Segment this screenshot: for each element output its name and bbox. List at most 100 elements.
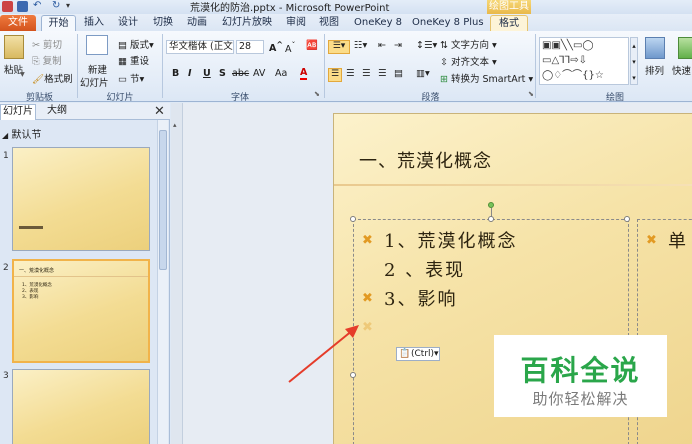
cut-button[interactable]: ✂ 剪切 (32, 37, 62, 51)
redo-icon[interactable]: ↻ (52, 1, 63, 12)
tab-insert[interactable]: 插入 (84, 15, 104, 31)
increase-indent-icon[interactable]: ⇥ (394, 40, 402, 51)
distribute-icon[interactable]: ▤ (394, 68, 403, 79)
undo-icon[interactable]: ↶ (33, 1, 44, 12)
shrink-font-icon[interactable]: Aˇ (285, 41, 295, 55)
editor-scrollbar[interactable]: ▴ (171, 103, 183, 444)
italic-button[interactable]: I (188, 68, 192, 79)
clipboard-group-label: 剪贴板 (25, 93, 53, 103)
tab-slides[interactable]: 幻灯片 (0, 104, 36, 120)
save-icon[interactable] (17, 1, 28, 12)
paste-icon[interactable] (4, 35, 24, 59)
numbering-button[interactable]: ☷▾ (354, 40, 367, 51)
tab-review[interactable]: 审阅 (285, 15, 307, 31)
line-spacing-icon[interactable]: ↕☰▾ (416, 40, 437, 51)
align-left-icon[interactable]: ☰ (328, 68, 342, 82)
quick-styles-label[interactable]: 快速 (672, 63, 691, 77)
bullet-text[interactable]: 单 (668, 227, 688, 253)
text-direction-button[interactable]: ⇅ 文字方向 ▾ (440, 37, 497, 51)
customize-qat-icon[interactable]: ▾ (66, 1, 77, 12)
bullet-text[interactable]: 3、影响 (384, 285, 457, 311)
resize-handle[interactable] (350, 216, 356, 222)
font-dialog-launcher-icon[interactable]: ⬊ (314, 90, 320, 98)
align-center-icon[interactable]: ☰ (346, 68, 355, 79)
tab-outline[interactable]: 大纲 (42, 104, 72, 120)
convert-smartart-button[interactable]: ⊞ 转换为 SmartArt ▾ (440, 71, 533, 85)
tab-home[interactable]: 开始 (41, 15, 76, 31)
shapes-gallery-scroll[interactable]: ▴ ▾ ▾ (630, 37, 638, 85)
bullet-text[interactable]: 1、荒漠化概念 (384, 227, 517, 253)
quick-styles-icon[interactable] (678, 37, 692, 59)
tab-view[interactable]: 视图 (318, 15, 340, 31)
tab-design[interactable]: 设计 (118, 15, 138, 31)
scrollbar-thumb[interactable] (159, 130, 167, 270)
reset-label: 重设 (130, 56, 150, 67)
tab-slideshow[interactable]: 幻灯片放映 (222, 15, 272, 31)
bullet-text[interactable]: 2 、表现 (384, 256, 465, 282)
font-name-select[interactable]: 华文楷体 (正文 (166, 40, 234, 54)
decrease-indent-icon[interactable]: ⇤ (378, 40, 386, 51)
reset-button[interactable]: ▦ 重设 (118, 53, 149, 67)
grow-font-icon[interactable]: A^ (269, 40, 283, 54)
resize-handle[interactable] (624, 216, 630, 222)
brush-icon: 🖌 (32, 74, 45, 85)
annotation-arrow (288, 325, 359, 383)
resize-handle[interactable] (488, 216, 494, 222)
slide-thumbnail-1[interactable] (12, 147, 150, 251)
slides-pane-scrollbar[interactable] (157, 120, 168, 444)
shadow-button[interactable]: S (219, 68, 226, 79)
strikethrough-button[interactable]: abc (232, 68, 249, 79)
close-pane-icon[interactable]: ✕ (154, 104, 165, 119)
arrange-button-label[interactable]: 排列 (645, 63, 664, 77)
section-header[interactable]: ◢ 默认节 (2, 126, 41, 141)
tab-file[interactable]: 文件 (0, 15, 36, 31)
font-group-label: 字体 (230, 93, 249, 103)
arrange-icon[interactable] (645, 37, 665, 59)
character-spacing-button[interactable]: AV (253, 68, 265, 79)
app-icon[interactable] (2, 1, 13, 12)
align-text-button[interactable]: ⇳ 对齐文本 ▾ (440, 54, 497, 68)
font-color-button[interactable]: A (300, 67, 308, 80)
copy-button[interactable]: ⎘ 复制 (32, 53, 62, 67)
paragraph-dialog-launcher-icon[interactable]: ⬊ (528, 90, 534, 98)
section-button[interactable]: ▭ 节▾ (118, 71, 144, 85)
copy-label: 复制 (42, 56, 62, 67)
tab-transitions[interactable]: 切换 (152, 15, 174, 31)
slide-title[interactable]: 一、荒漠化概念 (359, 147, 492, 173)
thumb-bullets: 1、荒漠化概念 2、表现 3、影响 (22, 283, 52, 301)
change-case-button[interactable]: Aa (275, 68, 287, 79)
pane-tabs: 幻灯片 大纲 ✕ (0, 103, 170, 120)
collapse-section-icon[interactable]: ◢ (2, 131, 8, 140)
tab-animations[interactable]: 动画 (186, 15, 208, 31)
bold-button[interactable]: B (172, 68, 179, 79)
clear-format-icon[interactable]: 🆎 (306, 40, 318, 51)
bullets-button[interactable]: ☰▾ (328, 40, 350, 54)
underline-button[interactable]: U (203, 68, 211, 79)
new-slide-label[interactable]: 新建 (88, 62, 107, 76)
divider (162, 34, 163, 98)
ribbon: 粘贴 ▾ ✂ 剪切 ⎘ 复制 🖌格式刷 剪贴板 新建 幻灯片 ▤ 版式▾ ▦ 重… (0, 31, 692, 103)
slide-thumbnail-2[interactable]: 一、荒漠化概念 1、荒漠化概念 2、表现 3、影响 (12, 259, 150, 363)
justify-icon[interactable]: ☰ (378, 68, 387, 79)
slides-group-label: 幻灯片 (106, 93, 134, 103)
shapes-gallery[interactable]: ▣▣╲╲▭◯ ▭△⅂⅂⇨⇩ ◯♢⌒⌒{}☆ (539, 37, 629, 85)
slide-thumbnail-3[interactable] (12, 369, 150, 444)
new-slide-icon[interactable] (86, 35, 108, 55)
paste-options-button[interactable]: 📋 (Ctrl)▾ (396, 347, 440, 361)
slide-number: 1 (3, 151, 9, 161)
convert-smartart-label: 转换为 SmartArt (451, 74, 526, 85)
font-size-select[interactable]: 28 (236, 40, 264, 54)
layout-button[interactable]: ▤ 版式▾ (118, 37, 154, 51)
tab-onekey8plus[interactable]: OneKey 8 Plus (412, 15, 484, 31)
format-painter-button[interactable]: 🖌格式刷 (32, 71, 73, 85)
align-right-icon[interactable]: ☰ (362, 68, 371, 79)
window-title: 荒漠化的防治.pptx - Microsoft PowerPoint (190, 3, 390, 14)
tab-onekey8[interactable]: OneKey 8 (354, 15, 402, 31)
scroll-up-icon[interactable]: ▴ (173, 121, 177, 129)
new-slide-label2[interactable]: 幻灯片 (80, 75, 109, 89)
layout-label: 版式 (130, 40, 150, 51)
columns-icon[interactable]: ▥▾ (416, 68, 430, 79)
divider (77, 34, 78, 98)
tab-format[interactable]: 格式 (490, 15, 528, 31)
bullet-marker: ✖ (362, 291, 373, 306)
